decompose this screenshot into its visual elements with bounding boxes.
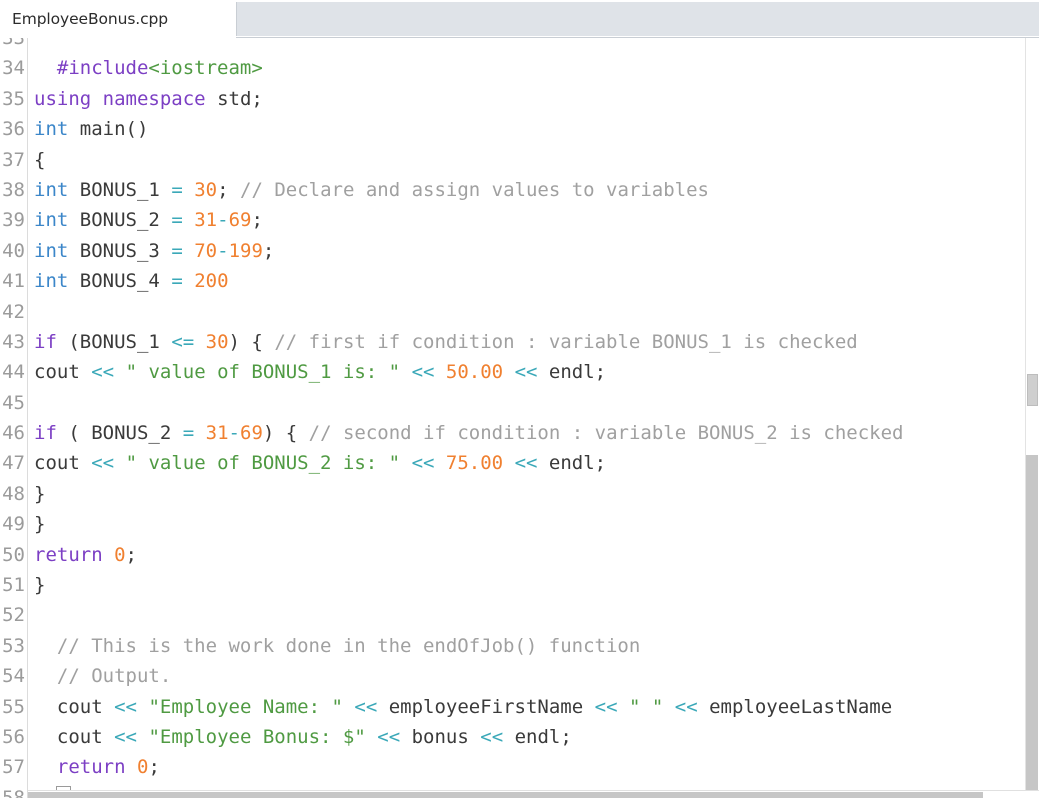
code-line[interactable]: int BONUS_2 = 31-69; — [28, 205, 903, 235]
code-line[interactable]: if ( BONUS_2 = 31-69) { // second if con… — [28, 418, 903, 448]
code-line[interactable]: int BONUS_4 = 200 — [28, 266, 903, 296]
tab-bar: EmployeeBonus.cpp — [0, 0, 1039, 38]
tab-bar-empty-area[interactable] — [236, 2, 1039, 36]
line-number-gutter: 33 34 35 36 37 38 39 40 41 42 43 44 45 46 47 48 49 50 51 52… — [0, 38, 28, 798]
code-line[interactable]: { — [28, 145, 903, 175]
line-number: 47 — [2, 452, 25, 475]
vertical-scrollbar-thumb[interactable] — [1026, 455, 1038, 790]
line-number: 55 — [2, 695, 25, 718]
code-line[interactable]: int BONUS_3 = 70-199; — [28, 236, 903, 266]
line-number: 36 — [2, 118, 25, 141]
line-number: 39 — [2, 209, 25, 232]
code-line[interactable]: } — [28, 509, 903, 539]
line-number-list: 33 34 35 36 37 38 39 40 41 42 43 44 45 46 47 48 49 50 51 52… — [0, 38, 25, 798]
code-editor[interactable]: 33 34 35 36 37 38 39 40 41 42 43 44 45 46 47 48 49 50 51 52… — [0, 38, 1039, 798]
line-number: 40 — [2, 239, 25, 262]
line-number: 38 — [2, 178, 25, 201]
code-line[interactable]: return 0; — [28, 540, 903, 570]
code-line-list: #include<iostream> using namespace std; in… — [28, 38, 903, 798]
code-line[interactable]: cout << "Employee Name: " << employeeFir… — [28, 692, 903, 722]
line-number: 58 — [2, 786, 25, 798]
code-line[interactable]: if (BONUS_1 <= 30) { // first if conditi… — [28, 327, 903, 357]
line-number: 54 — [2, 665, 25, 688]
line-number: 35 — [2, 87, 25, 110]
line-number: 49 — [2, 513, 25, 536]
line-number: 42 — [2, 300, 25, 323]
code-line[interactable]: } — [28, 479, 903, 509]
code-line[interactable]: cout << " value of BONUS_2 is: " << 75.0… — [28, 448, 903, 478]
code-line[interactable] — [28, 38, 903, 53]
vertical-scrollbar[interactable] — [1025, 38, 1039, 790]
line-number: 41 — [2, 270, 25, 293]
line-number: 43 — [2, 330, 25, 353]
code-content-area[interactable]: #include<iostream> using namespace std; in… — [28, 38, 1039, 798]
code-line[interactable] — [28, 388, 903, 418]
line-number: 50 — [2, 543, 25, 566]
code-line[interactable]: // This is the work done in the endOfJob… — [28, 631, 903, 661]
code-line[interactable]: int BONUS_1 = 30; // Declare and assign … — [28, 175, 903, 205]
code-line[interactable]: int main() — [28, 114, 903, 144]
code-line[interactable]: cout << "Employee Bonus: $" << bonus << … — [28, 722, 903, 752]
line-number: 56 — [2, 725, 25, 748]
code-line[interactable]: #include<iostream> — [28, 53, 903, 83]
line-number: 53 — [2, 634, 25, 657]
code-line[interactable]: using namespace std; — [28, 84, 903, 114]
code-line[interactable] — [28, 600, 903, 630]
code-line[interactable]: cout << " value of BONUS_1 is: " << 50.0… — [28, 357, 903, 387]
line-number: 37 — [2, 148, 25, 171]
code-line[interactable]: // Output. — [28, 661, 903, 691]
line-number: 48 — [2, 482, 25, 505]
line-number: 45 — [2, 391, 25, 414]
tab-employeebonus-cpp[interactable]: EmployeeBonus.cpp — [0, 0, 236, 38]
tab-label: EmployeeBonus.cpp — [12, 10, 169, 28]
line-number: 44 — [2, 361, 25, 384]
line-number: 34 — [2, 57, 25, 80]
code-line[interactable] — [28, 297, 903, 327]
code-line[interactable]: } — [28, 570, 903, 600]
line-number: 51 — [2, 574, 25, 597]
line-number: 46 — [2, 422, 25, 445]
line-number: 57 — [2, 756, 25, 779]
horizontal-scrollbar-thumb[interactable] — [28, 792, 983, 798]
vertical-scrollbar-marker[interactable] — [1027, 374, 1038, 406]
line-number: 33 — [2, 38, 25, 49]
horizontal-scrollbar[interactable] — [28, 790, 1039, 798]
code-line[interactable]: return 0; — [28, 752, 903, 782]
line-number: 52 — [2, 604, 25, 627]
